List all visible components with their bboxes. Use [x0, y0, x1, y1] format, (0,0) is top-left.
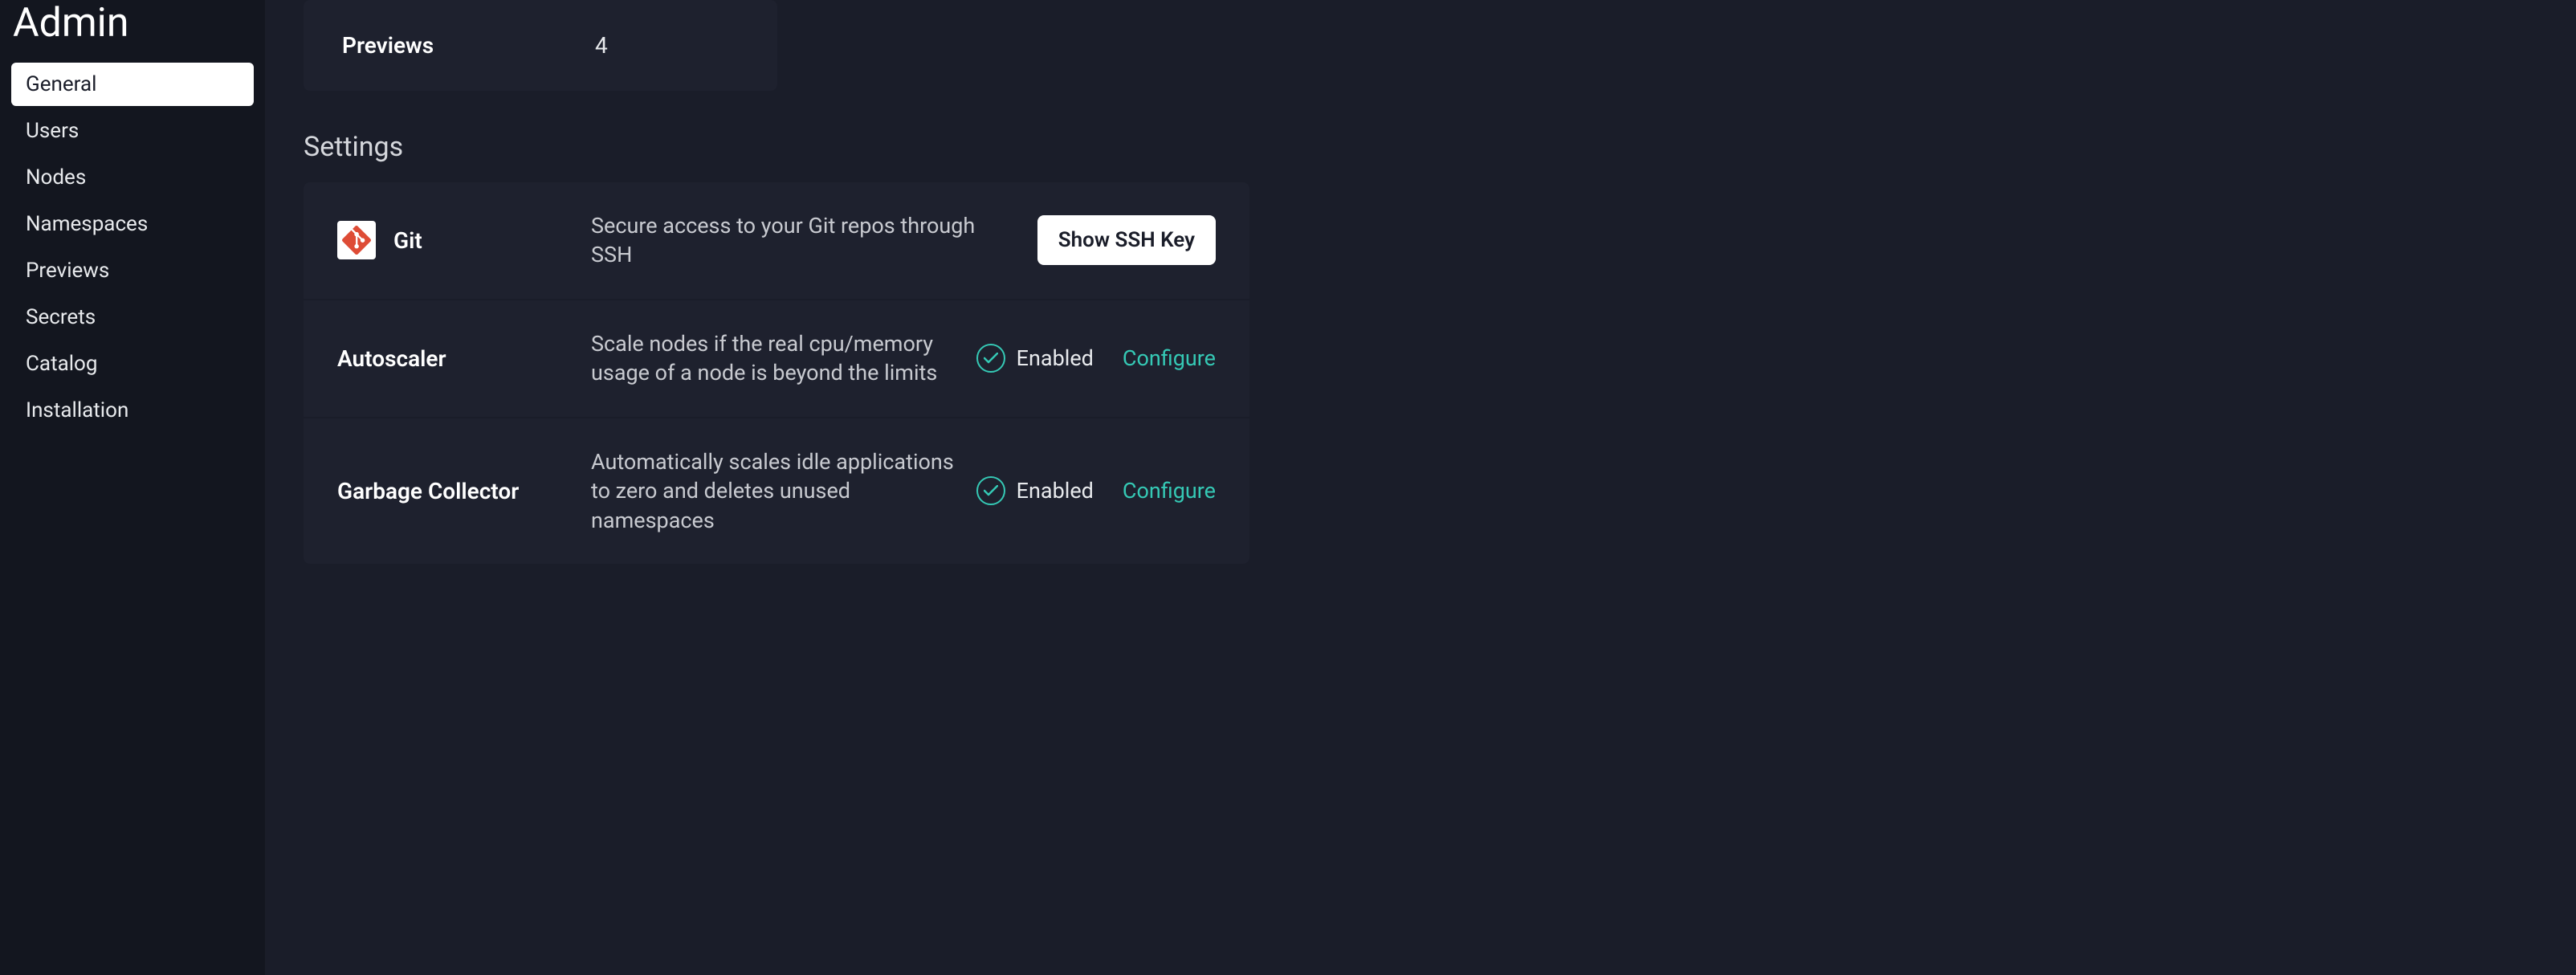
git-icon [337, 221, 376, 259]
sidebar-item-label: General [26, 72, 96, 96]
configure-garbage-collector-link[interactable]: Configure [1123, 478, 1216, 504]
setting-row-garbage-collector: Garbage Collector Automatically scales i… [304, 418, 1249, 564]
sidebar-item-previews[interactable]: Previews [11, 249, 254, 292]
stat-card-previews: Previews 4 [304, 0, 777, 91]
sidebar-item-installation[interactable]: Installation [11, 389, 254, 432]
sidebar-item-label: Nodes [26, 165, 86, 190]
setting-row-autoscaler: Autoscaler Scale nodes if the real cpu/m… [304, 300, 1249, 418]
setting-name: Autoscaler [337, 345, 446, 372]
stat-label: Previews [342, 32, 595, 59]
show-ssh-key-button[interactable]: Show SSH Key [1037, 215, 1216, 265]
sidebar-item-users[interactable]: Users [11, 109, 254, 153]
setting-name: Garbage Collector [337, 478, 519, 504]
sidebar-item-label: Secrets [26, 305, 96, 329]
status-text: Enabled [1017, 478, 1094, 504]
sidebar-item-nodes[interactable]: Nodes [11, 156, 254, 199]
check-icon [984, 485, 998, 496]
settings-list: Git Secure access to your Git repos thro… [304, 182, 1249, 564]
sidebar-item-secrets[interactable]: Secrets [11, 296, 254, 339]
setting-name-column: Autoscaler [337, 345, 591, 372]
sidebar-item-label: Installation [26, 398, 128, 422]
setting-description: Automatically scales idle applications t… [591, 447, 976, 535]
sidebar-item-label: Catalog [26, 352, 97, 376]
sidebar-item-namespaces[interactable]: Namespaces [11, 202, 254, 246]
setting-status: Enabled [976, 344, 1094, 373]
git-logo-icon [342, 226, 371, 255]
check-icon [984, 353, 998, 364]
settings-section-title: Settings [304, 131, 2537, 163]
status-text: Enabled [1017, 345, 1094, 371]
setting-row-git: Git Secure access to your Git repos thro… [304, 182, 1249, 300]
setting-name-column: Garbage Collector [337, 478, 591, 504]
setting-description: Scale nodes if the real cpu/memory usage… [591, 329, 976, 388]
main-content: Previews 4 Settings Git Secure access to… [265, 0, 2576, 975]
setting-description: Secure access to your Git repos through … [591, 211, 1037, 270]
sidebar-item-catalog[interactable]: Catalog [11, 342, 254, 386]
sidebar-item-general[interactable]: General [11, 63, 254, 106]
setting-status: Enabled [976, 476, 1094, 505]
stat-value: 4 [595, 32, 608, 59]
check-circle-icon [976, 344, 1005, 373]
sidebar-title: Admin [11, 0, 254, 63]
setting-name-column: Git [337, 221, 591, 259]
sidebar-item-label: Users [26, 119, 79, 143]
sidebar-item-label: Namespaces [26, 212, 148, 236]
configure-autoscaler-link[interactable]: Configure [1123, 345, 1216, 371]
sidebar: Admin General Users Nodes Namespaces Pre… [0, 0, 265, 975]
sidebar-item-label: Previews [26, 259, 109, 283]
check-circle-icon [976, 476, 1005, 505]
setting-name: Git [393, 227, 422, 254]
